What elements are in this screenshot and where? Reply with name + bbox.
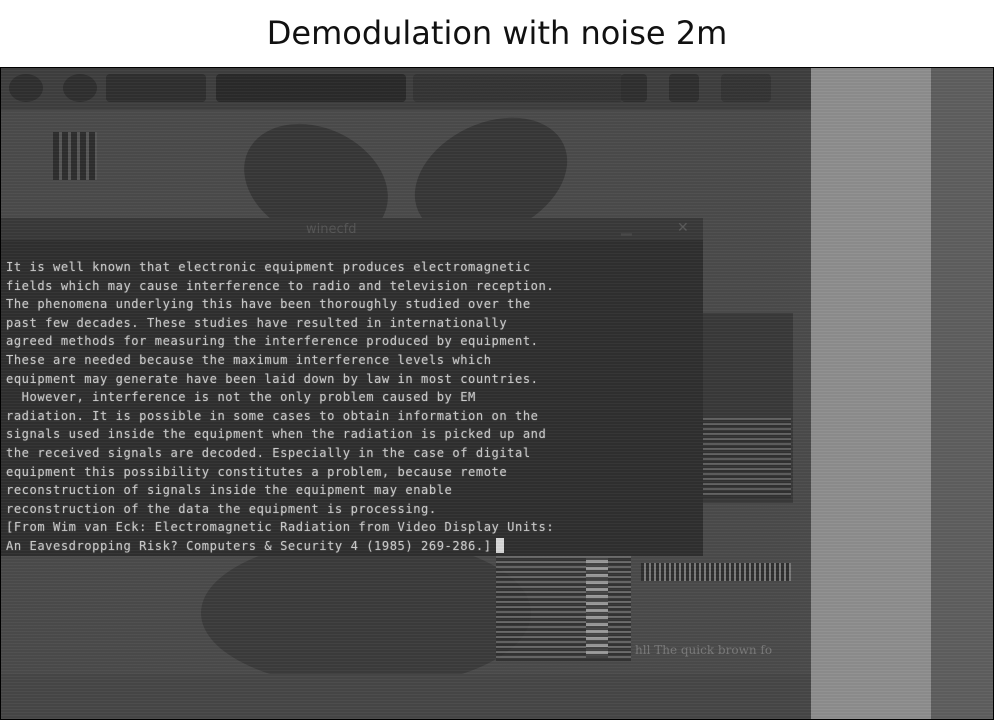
- terminal-line: An Eavesdropping Risk? Computers & Secur…: [6, 538, 492, 553]
- terminal-line: radiation. It is possible in some cases …: [6, 408, 539, 423]
- tray-icon[interactable]: [621, 74, 647, 102]
- desktop-file-icon[interactable]: [53, 132, 97, 180]
- faint-caption: hll The quick brown fo: [635, 643, 773, 657]
- terminal-line: It is well known that electronic equipme…: [6, 260, 531, 274]
- terminal-line: past few decades. These studies have res…: [6, 315, 508, 330]
- window-titlebar[interactable]: winecfd ▁ ✕: [1, 218, 703, 240]
- bottom-strip: [1, 674, 811, 719]
- app-icon[interactable]: [63, 74, 97, 102]
- terminal-window: winecfd ▁ ✕ It is well known that electr…: [1, 218, 703, 556]
- taskbar-item[interactable]: [216, 74, 406, 102]
- bottom-panel-stripes: [586, 558, 608, 658]
- app-icon[interactable]: [9, 74, 43, 102]
- wallpaper-leaf-bottom: [201, 538, 531, 688]
- terminal-line: agreed methods for measuring the interfe…: [6, 334, 539, 349]
- terminal-line: The phenomena underlying this have been …: [6, 297, 531, 312]
- terminal-line: fields which may cause interference to r…: [6, 278, 555, 293]
- figure-title: Demodulation with noise 2m: [266, 14, 728, 52]
- terminal-line: However, interference is not the only pr…: [6, 390, 476, 405]
- bottom-panel-stripes: [496, 556, 631, 661]
- terminal-line: equipment this possibility constitutes a…: [6, 464, 508, 479]
- terminal-line: reconstruction of signals inside the equ…: [6, 483, 453, 498]
- terminal-line: signals used inside the equipment when t…: [6, 427, 547, 442]
- text-cursor: [495, 537, 504, 553]
- tray-icon[interactable]: [721, 74, 771, 102]
- taskbar: [1, 68, 811, 110]
- bottom-panel-bar: [641, 563, 791, 581]
- tray-icon[interactable]: [669, 74, 699, 102]
- close-icon[interactable]: ✕: [677, 220, 689, 236]
- minimize-icon[interactable]: ▁: [621, 220, 632, 236]
- window-title: winecfd: [306, 222, 357, 237]
- background-window-stripes: [703, 418, 791, 498]
- terminal-line: reconstruction of the data the equipment…: [6, 501, 437, 516]
- terminal-line: These are needed because the maximum int…: [6, 352, 492, 367]
- dark-band: [931, 68, 993, 719]
- noisy-screen-image: hll The quick brown fo winecfd ▁ ✕ It is…: [0, 67, 994, 720]
- light-band: [811, 68, 931, 719]
- terminal-line: equipment may generate have been laid do…: [6, 371, 539, 386]
- terminal-text: It is well known that electronic equipme…: [6, 258, 554, 556]
- terminal-line: the received signals are decoded. Especi…: [6, 445, 531, 460]
- taskbar-item[interactable]: [413, 74, 623, 102]
- taskbar-item[interactable]: [106, 74, 206, 102]
- terminal-line: [From Wim van Eck: Electromagnetic Radia…: [6, 520, 555, 535]
